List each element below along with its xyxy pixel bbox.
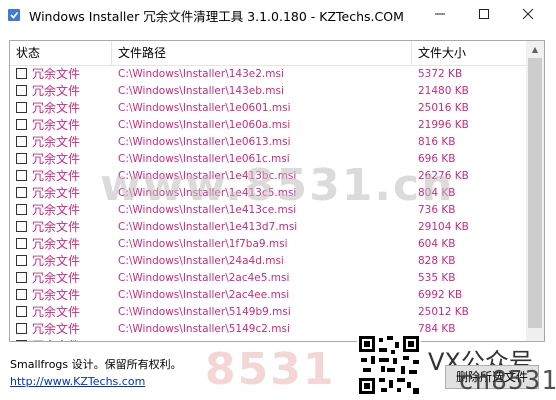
row-status: 冗余文件 — [32, 338, 80, 341]
minimize-button[interactable] — [420, 0, 460, 28]
scroll-up-arrow-icon[interactable]: ▲ — [526, 41, 544, 58]
row-size: 21996 KB — [418, 119, 469, 131]
row-checkbox[interactable] — [16, 221, 27, 232]
row-path: C:\Windows\Installer\2ac4ee.msi — [118, 289, 290, 301]
row-size: 21480 KB — [418, 85, 469, 97]
vertical-scrollbar[interactable]: ▲ — [526, 41, 544, 341]
minimize-icon — [435, 13, 445, 15]
list-row[interactable]: 冗余文件 C:\Windows\Installer\5149c2.msi 784 K… — [10, 321, 526, 338]
row-path: C:\Windows\Installer\1e060a.msi — [118, 119, 291, 131]
row-status: 冗余文件 — [32, 322, 81, 336]
row-path: C:\Windows\Installer\1e0601.msi — [118, 102, 291, 114]
row-status: 冗余文件 — [32, 237, 81, 251]
app-icon — [7, 7, 21, 21]
list-row[interactable]: 冗余文件 C:\Windows\Installer\143eb.msi 21480 … — [10, 83, 526, 100]
row-path: C:\Windows\Installer\5149b9.msi — [118, 306, 291, 318]
maximize-button[interactable] — [464, 0, 504, 28]
watermark-center: www.8531.cn — [100, 160, 455, 211]
list-row[interactable]: 冗余文件 C:\Windows\Installer\2ac4e5.msi 535 K… — [10, 270, 526, 287]
row-size: 6992 KB — [418, 289, 463, 301]
row-size: 25012 KB — [418, 306, 469, 318]
row-size: 25016 KB — [418, 102, 469, 114]
close-button[interactable] — [508, 0, 548, 28]
row-path: C:\Windows\Installer\143e2.msi — [118, 68, 284, 80]
row-path: C:\Windows\Installer\24a4d.msi — [118, 255, 284, 267]
row-status: 冗余文件 — [32, 67, 81, 81]
row-path: C:\Windows\Installer\143eb.msi — [118, 85, 284, 97]
row-status: 冗余文件 — [32, 152, 81, 166]
row-status: 冗余文件 — [32, 220, 81, 234]
column-header-path[interactable]: 文件路径 — [112, 41, 412, 65]
row-checkbox[interactable] — [16, 187, 27, 198]
list-row[interactable]: 冗余文件 C:\Windows\Installer\143e2.msi 5372 K… — [10, 66, 526, 83]
row-checkbox[interactable] — [16, 255, 27, 266]
row-size: 29104 KB — [418, 221, 469, 233]
list-row[interactable]: 冗余文件 C:\Windows\Installer\1e0613.msi 816 K… — [10, 134, 526, 151]
column-header-size[interactable]: 文件大小 — [412, 41, 526, 65]
row-status: 冗余文件 — [32, 135, 81, 149]
list-row[interactable]: 冗余文件 C:\Windows\Installer\1e0601.msi 25016… — [10, 100, 526, 117]
row-size: 535 KB — [418, 272, 456, 284]
row-checkbox[interactable] — [16, 323, 27, 334]
title-bar[interactable]: Windows Installer 冗余文件清理工具 3.1.0.180 - K… — [0, 0, 556, 30]
column-header-status[interactable]: 状态 — [10, 41, 112, 65]
row-checkbox[interactable] — [16, 289, 27, 300]
qr-code-image — [357, 334, 421, 396]
row-status: 冗余文件 — [32, 288, 81, 302]
copyright-text: Smallfrogs 设计。保留所有权利。 — [10, 358, 182, 371]
row-checkbox[interactable] — [16, 85, 27, 96]
row-checkbox[interactable] — [16, 68, 27, 79]
row-status: 冗余文件 — [32, 118, 81, 132]
row-size: 816 KB — [418, 136, 456, 148]
row-status: 冗余文件 — [32, 203, 81, 217]
scrollbar-thumb[interactable] — [528, 58, 542, 328]
row-checkbox[interactable] — [16, 170, 27, 181]
watermark-stamp: cn8531 — [458, 366, 556, 396]
row-size: 784 KB — [418, 323, 456, 335]
row-checkbox[interactable] — [16, 136, 27, 147]
row-checkbox[interactable] — [16, 153, 27, 164]
maximize-icon — [479, 9, 489, 19]
row-checkbox[interactable] — [16, 119, 27, 130]
row-path: C:\Windows\Installer\1f7ba9.msi — [118, 238, 288, 250]
list-row[interactable]: 冗余文件 C:\Windows\Installer\2ac4ee.msi 6992 … — [10, 287, 526, 304]
row-size: 828 KB — [418, 255, 456, 267]
row-path: C:\Windows\Installer\5149c2.msi — [118, 323, 290, 335]
row-size: 5372 KB — [418, 68, 463, 80]
row-path: C:\Windows\Installer\1e0613.msi — [118, 136, 291, 148]
row-checkbox[interactable] — [16, 238, 27, 249]
row-size: 604 KB — [418, 238, 456, 250]
website-link[interactable]: http://www.KZTechs.com — [10, 375, 145, 388]
row-checkbox[interactable] — [16, 306, 27, 317]
row-checkbox[interactable] — [16, 272, 27, 283]
list-row[interactable]: 冗余文件 C:\Windows\Installer\5149b9.msi 25012… — [10, 304, 526, 321]
row-status: 冗余文件 — [32, 271, 81, 285]
row-path: C:\Windows\Installer\1e413d7.msi — [118, 221, 298, 233]
row-status: 冗余文件 — [32, 305, 81, 319]
row-path: C:\Windows\Installer\5149cb.msi — [118, 338, 290, 341]
row-status: 冗余文件 — [32, 186, 81, 200]
list-row[interactable]: 冗余文件 C:\Windows\Installer\1e413d7.msi 2910… — [10, 219, 526, 236]
close-icon — [522, 8, 534, 20]
row-status: 冗余文件 — [32, 101, 81, 115]
window-title: Windows Installer 冗余文件清理工具 3.1.0.180 - K… — [29, 9, 404, 24]
watermark-bottom: 8531 — [205, 344, 336, 395]
list-row[interactable]: 冗余文件 C:\Windows\Installer\24a4d.msi 828 KB — [10, 253, 526, 270]
row-checkbox[interactable] — [16, 204, 27, 215]
list-header: 状态 文件路径 文件大小 — [10, 41, 526, 66]
row-checkbox[interactable] — [16, 340, 27, 341]
row-status: 冗余文件 — [32, 254, 81, 268]
row-checkbox[interactable] — [16, 102, 27, 113]
row-path: C:\Windows\Installer\2ac4e5.msi — [118, 272, 290, 284]
list-row[interactable]: 冗余文件 C:\Windows\Installer\1e060a.msi 21996… — [10, 117, 526, 134]
row-status: 冗余文件 — [32, 169, 81, 183]
row-status: 冗余文件 — [32, 84, 81, 98]
list-row[interactable]: 冗余文件 C:\Windows\Installer\1f7ba9.msi 604 K… — [10, 236, 526, 253]
